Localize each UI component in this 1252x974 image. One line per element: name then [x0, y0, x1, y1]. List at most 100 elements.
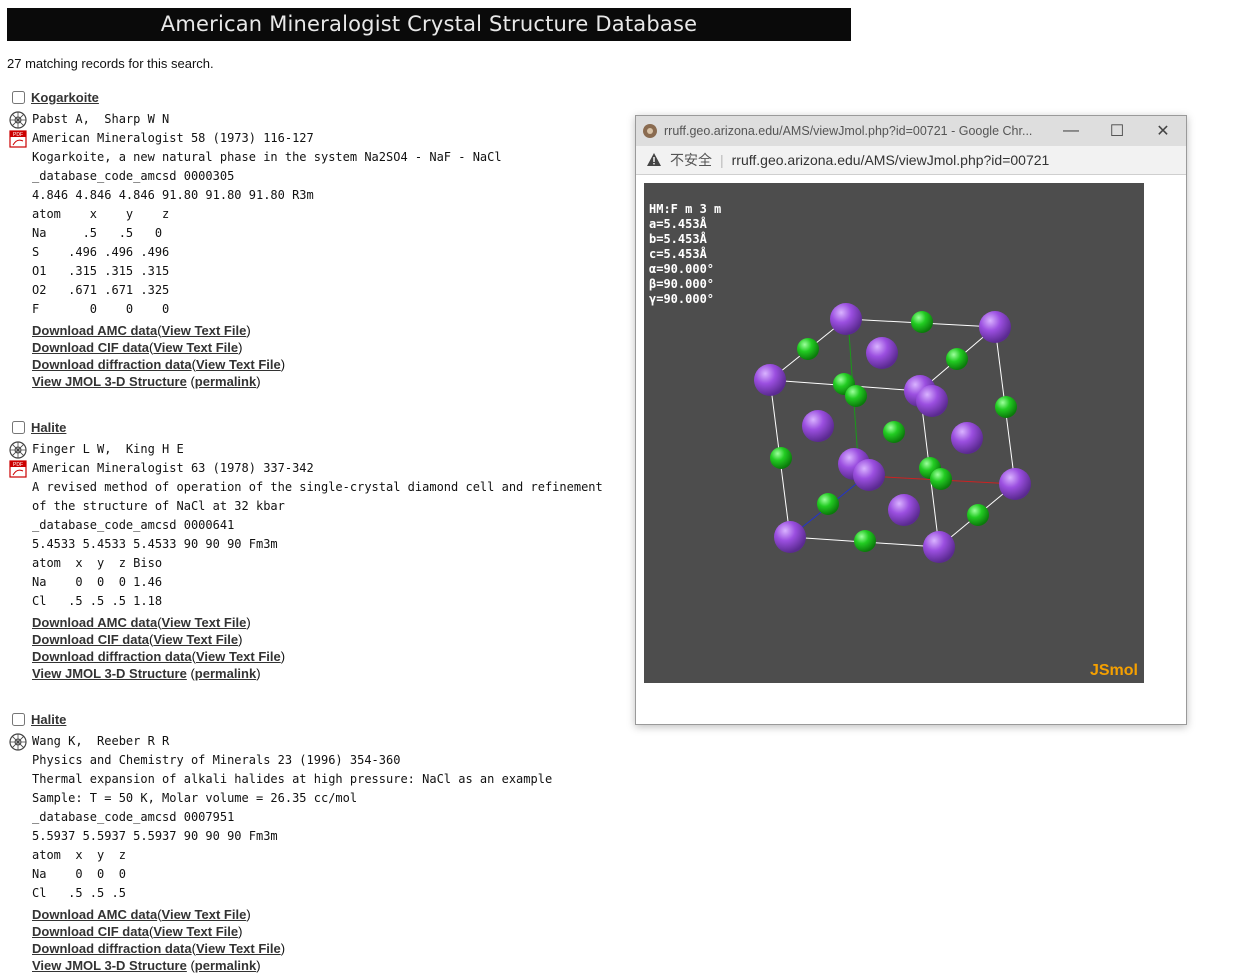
record-atom-row: Na .5 .5 0: [32, 226, 163, 240]
address-url[interactable]: rruff.geo.arizona.edu/AMS/viewJmol.php?i…: [732, 152, 1050, 168]
record-atom-row: atom x y z Biso: [32, 556, 163, 570]
record-authors: Finger L W, King H E: [32, 442, 184, 456]
view-jmol-link[interactable]: View JMOL 3-D Structure: [32, 958, 187, 973]
close-icon[interactable]: ✕: [1140, 121, 1186, 141]
jmol-popup-window[interactable]: rruff.geo.arizona.edu/AMS/viewJmol.php?i…: [635, 115, 1187, 725]
mineral-name-link[interactable]: Kogarkoite: [31, 90, 99, 105]
paren: ): [256, 374, 261, 389]
record-entry: Halite Wang K, Reeber R R Physics and Chem…: [9, 710, 610, 974]
warning-icon: [647, 153, 661, 166]
view-text-file-link[interactable]: View Text File: [153, 924, 238, 939]
maximize-icon[interactable]: ☐: [1094, 121, 1140, 141]
site-banner: American Mineralogist Crystal Structure …: [7, 8, 851, 41]
record-atom-row: Na 0 0 0: [32, 867, 126, 881]
record-description: of the structure of NaCl at 32 kbar: [32, 499, 285, 513]
crystal-structure[interactable]: [644, 183, 1144, 683]
pdf-icon[interactable]: PDF: [9, 460, 27, 478]
paren: (: [186, 958, 195, 973]
record-header: Halite: [10, 418, 610, 436]
record-database-code: _database_code_amcsd 0007951: [32, 810, 235, 824]
author-network-icon: [9, 733, 27, 751]
minimize-icon[interactable]: —: [1048, 122, 1094, 140]
record-checkbox[interactable]: [12, 712, 25, 726]
paren: (: [186, 666, 195, 681]
jsmol-viewer[interactable]: HM:F m 3 m a=5.453Å b=5.453Å c=5.453Å α=90.0…: [644, 183, 1144, 683]
record-cell-params: 5.4533 5.4533 5.4533 90 90 90 Fm3m: [32, 537, 278, 551]
permalink-link[interactable]: permalink: [195, 958, 256, 973]
record-cell-params: 5.5937 5.5937 5.5937 90 90 90 Fm3m: [32, 829, 278, 843]
view-text-file-link[interactable]: View Text File: [162, 907, 247, 922]
record-journal: American Mineralogist 63 (1978) 337-342: [32, 461, 314, 475]
paren: ): [238, 632, 243, 647]
address-bar[interactable]: 不安全 | rruff.geo.arizona.edu/AMS/viewJmol…: [636, 146, 1186, 175]
sodium-atom: [754, 364, 786, 396]
record-checkbox[interactable]: [12, 90, 25, 104]
view-text-file-link[interactable]: View Text File: [153, 340, 238, 355]
paren: ): [246, 323, 251, 338]
record-authors: Wang K, Reeber R R: [32, 734, 170, 748]
chlorine-atom: [797, 338, 819, 360]
record-journal: Physics and Chemistry of Minerals 23 (19…: [32, 753, 401, 767]
popup-title: rruff.geo.arizona.edu/AMS/viewJmol.php?i…: [664, 124, 1033, 138]
download-cif-link[interactable]: Download CIF data: [32, 340, 149, 355]
paren: ): [280, 649, 286, 664]
download-cif-link[interactable]: Download CIF data: [32, 632, 149, 647]
download-amc-link[interactable]: Download AMC data: [32, 907, 157, 922]
record-checkbox[interactable]: [12, 420, 25, 434]
mineral-name-link[interactable]: Halite: [31, 420, 66, 435]
popup-titlebar[interactable]: rruff.geo.arizona.edu/AMS/viewJmol.php?i…: [636, 116, 1186, 146]
download-diffraction-link[interactable]: Download diffraction data: [32, 941, 192, 956]
view-text-file-link[interactable]: View Text File: [196, 357, 281, 372]
view-text-file-link[interactable]: View Text File: [162, 323, 247, 338]
sodium-atom: [999, 468, 1031, 500]
view-text-file-link[interactable]: View Text File: [153, 632, 238, 647]
record-atom-row: Na 0 0 0 1.46: [32, 575, 163, 589]
record-database-code: _database_code_amcsd 0000305: [32, 169, 235, 183]
view-text-file-link[interactable]: View Text File: [196, 941, 281, 956]
mineral-name-link[interactable]: Halite: [31, 712, 66, 727]
record-atom-row: Cl .5 .5 .5 1.18: [32, 594, 163, 608]
insecure-label: 不安全: [670, 152, 712, 168]
chlorine-atom: [817, 493, 839, 515]
paren: ): [280, 941, 286, 956]
sodium-atom: [916, 385, 948, 417]
view-text-file-link[interactable]: View Text File: [162, 615, 247, 630]
jsmol-logo: JSmol: [1089, 662, 1138, 679]
view-text-file-link[interactable]: View Text File: [196, 649, 281, 664]
permalink-link[interactable]: permalink: [195, 666, 256, 681]
record-atom-row: atom x y z: [32, 848, 126, 862]
paren: ): [238, 340, 243, 355]
paren: (: [186, 374, 195, 389]
record-entry: Halite Finger L W, King H E PDF American Mi…: [9, 418, 610, 682]
record-cell-params: 4.846 4.846 4.846 91.80 91.80 91.80 R3m: [32, 188, 314, 202]
paren: ): [246, 615, 251, 630]
chlorine-atom: [930, 468, 952, 490]
view-jmol-link[interactable]: View JMOL 3-D Structure: [32, 666, 187, 681]
svg-text:PDF: PDF: [13, 132, 23, 138]
record-atom-row: O2 .671 .671 .325: [32, 283, 170, 297]
download-diffraction-link[interactable]: Download diffraction data: [32, 357, 192, 372]
record-description: Kogarkoite, a new natural phase in the s…: [32, 150, 502, 164]
sodium-atom: [866, 337, 898, 369]
download-diffraction-link[interactable]: Download diffraction data: [32, 649, 192, 664]
paren: ): [246, 907, 251, 922]
site-favicon-icon: [643, 124, 657, 138]
permalink-link[interactable]: permalink: [195, 374, 256, 389]
address-separator: |: [720, 152, 724, 168]
author-network-icon: [9, 111, 27, 129]
chlorine-atom: [946, 348, 968, 370]
download-cif-link[interactable]: Download CIF data: [32, 924, 149, 939]
view-jmol-link[interactable]: View JMOL 3-D Structure: [32, 374, 187, 389]
record-atom-row: atom x y z: [32, 207, 170, 221]
pdf-icon[interactable]: PDF: [9, 130, 27, 148]
chlorine-atom: [911, 311, 933, 333]
download-amc-link[interactable]: Download AMC data: [32, 323, 157, 338]
sodium-atom: [979, 311, 1011, 343]
sodium-atom: [923, 531, 955, 563]
record-atom-row: O1 .315 .315 .315: [32, 264, 170, 278]
record-description: A revised method of operation of the sin…: [32, 480, 603, 494]
chlorine-atom: [770, 447, 792, 469]
download-amc-link[interactable]: Download AMC data: [32, 615, 157, 630]
sodium-atom: [802, 410, 834, 442]
record-atom-row: Cl .5 .5 .5: [32, 886, 126, 900]
